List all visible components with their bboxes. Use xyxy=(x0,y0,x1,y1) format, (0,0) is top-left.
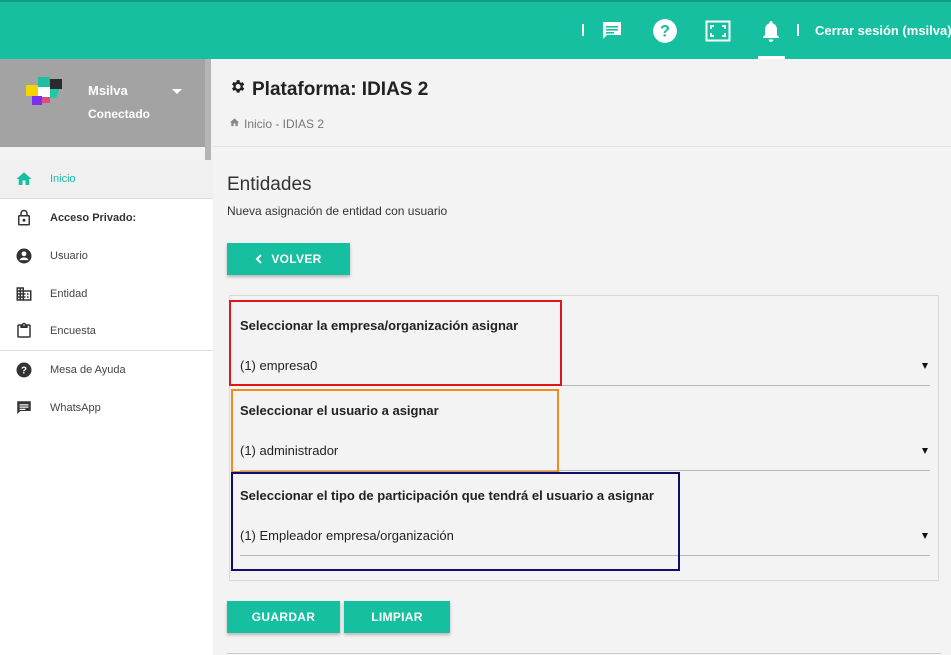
select-underline xyxy=(240,555,930,556)
sidebar-item-usuario[interactable]: Usuario xyxy=(0,237,213,275)
back-button-label: VOLVER xyxy=(271,252,322,266)
lock-icon xyxy=(15,209,33,227)
chevron-down-icon xyxy=(922,363,928,369)
user-profile-panel: Msilva Conectado xyxy=(0,59,205,147)
top-bar: ? Cerrar sesión (msilva) xyxy=(0,0,951,60)
user-name: Msilva xyxy=(88,83,128,98)
topbar-separator xyxy=(797,24,799,36)
user-select-value: (1) administrador xyxy=(240,443,339,458)
sidebar-item-inicio[interactable]: Inicio xyxy=(0,160,213,198)
user-select[interactable] xyxy=(240,401,930,471)
sidebar-item-acceso-privado: Acceso Privado: xyxy=(0,199,213,237)
chevron-down-icon xyxy=(922,533,928,539)
svg-text:?: ? xyxy=(660,22,670,40)
help-icon: ? xyxy=(15,361,33,379)
sidebar-item-label: Inicio xyxy=(50,173,76,185)
sidebar-item-label: Acceso Privado: xyxy=(50,212,137,224)
company-select-value: (1) empresa0 xyxy=(240,358,318,373)
topbar-separator xyxy=(582,24,584,36)
section-subtitle: Nueva asignación de entidad con usuario xyxy=(227,204,448,218)
assignment-form-panel: Seleccionar la empresa/organización asig… xyxy=(229,295,939,581)
sidebar-item-mesa-de-ayuda[interactable]: ? Mesa de Ayuda xyxy=(0,351,213,389)
page-title-text: Plataforma: IDIAS 2 xyxy=(252,78,429,100)
content-divider xyxy=(227,653,941,654)
app-logo xyxy=(24,77,64,107)
home-icon xyxy=(15,170,33,188)
sidebar-item-label: Entidad xyxy=(50,288,88,300)
chevron-down-icon xyxy=(922,448,928,454)
participation-type-select-value: (1) Empleador empresa/organización xyxy=(240,528,454,543)
logout-link[interactable]: Cerrar sesión (msilva) xyxy=(815,23,951,38)
clear-button[interactable]: LIMPIAR xyxy=(344,601,450,633)
clipboard-icon xyxy=(15,322,33,340)
chat-icon[interactable] xyxy=(598,17,626,45)
sidebar-item-label: Usuario xyxy=(50,250,88,262)
user-status: Conectado xyxy=(88,107,151,121)
building-icon xyxy=(15,285,33,303)
section-title: Entidades xyxy=(227,174,312,195)
sidebar-item-entidad[interactable]: Entidad xyxy=(0,275,213,313)
user-icon xyxy=(15,247,33,265)
participation-type-select[interactable] xyxy=(240,486,930,556)
page-title: Plataforma: IDIAS 2 xyxy=(229,78,428,101)
sidebar-item-label: Mesa de Ayuda xyxy=(50,364,126,376)
profile-dropdown-caret[interactable] xyxy=(172,89,182,94)
page-header: Plataforma: IDIAS 2 Inicio - IDIAS 2 xyxy=(213,59,951,147)
sidebar-item-whatsapp[interactable]: WhatsApp xyxy=(0,389,213,427)
company-select[interactable] xyxy=(240,316,930,386)
message-icon xyxy=(15,399,33,417)
breadcrumb-text[interactable]: Inicio - IDIAS 2 xyxy=(244,117,324,131)
sidebar-item-encuesta[interactable]: Encuesta xyxy=(0,312,213,350)
main-content: Entidades Nueva asignación de entidad co… xyxy=(213,148,951,655)
sidebar: Inicio Acceso Privado: Usuario Entidad E… xyxy=(0,160,213,655)
select-underline xyxy=(240,470,930,471)
sidebar-item-label: Encuesta xyxy=(50,325,96,337)
back-button[interactable]: VOLVER xyxy=(227,243,350,275)
breadcrumb: Inicio - IDIAS 2 xyxy=(229,117,324,131)
help-icon[interactable]: ? xyxy=(651,17,679,45)
fullscreen-icon[interactable] xyxy=(704,17,732,45)
save-button[interactable]: GUARDAR xyxy=(227,601,340,633)
gear-icon xyxy=(229,78,246,101)
bell-icon[interactable] xyxy=(757,17,785,45)
sidebar-item-label: WhatsApp xyxy=(50,402,101,414)
svg-text:?: ? xyxy=(21,365,27,376)
chevron-left-icon xyxy=(255,253,263,266)
home-icon xyxy=(229,117,240,131)
select-underline xyxy=(240,385,930,386)
